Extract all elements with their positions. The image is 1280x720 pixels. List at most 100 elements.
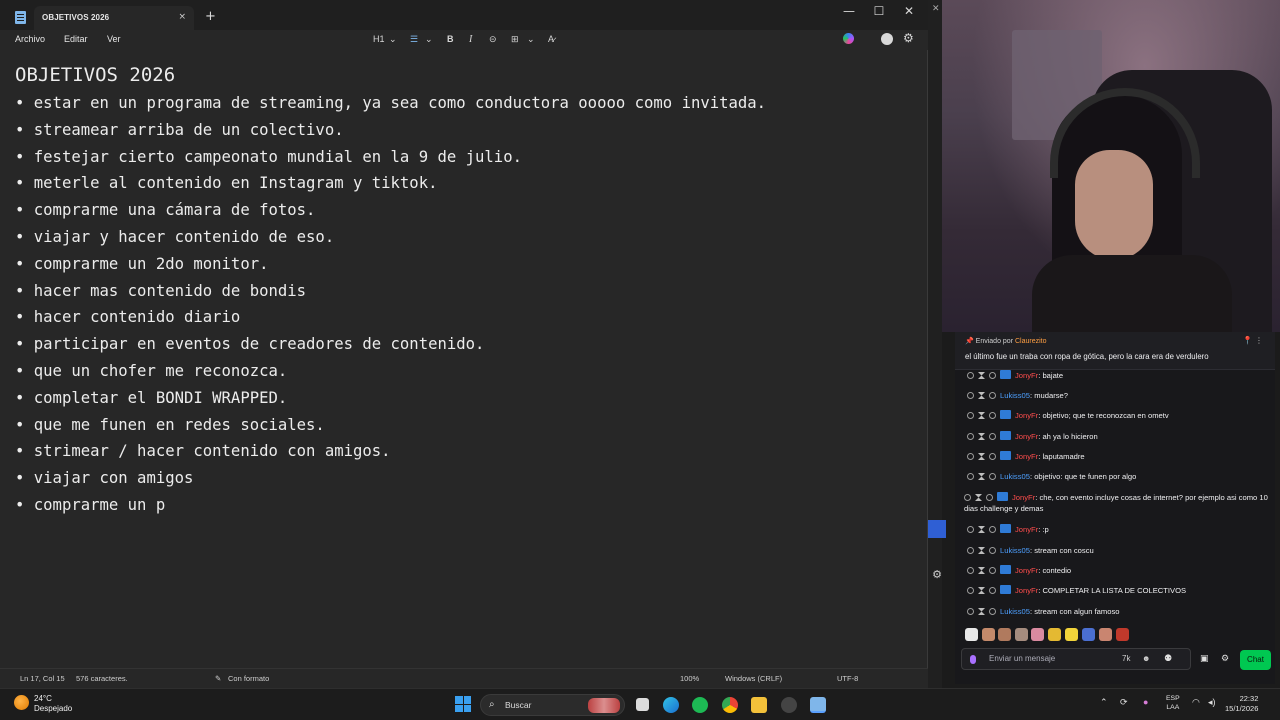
gift-icon[interactable]: ▣ xyxy=(1200,654,1209,664)
tab-title: OBJETIVOS 2026 xyxy=(42,13,110,22)
search-icon: ⌕ xyxy=(489,699,495,710)
task-view-icon[interactable] xyxy=(636,698,649,711)
clear-format-icon[interactable]: A̷ xyxy=(548,34,554,44)
italic-button[interactable]: I xyxy=(469,34,472,45)
obs-icon[interactable] xyxy=(781,697,797,713)
settings-gear-icon[interactable]: ⚙ xyxy=(903,31,914,45)
list-icon[interactable]: ☰ xyxy=(410,34,418,45)
list-item: • viajar y hacer contenido de eso. xyxy=(15,227,335,246)
link-icon[interactable]: ⊝ xyxy=(489,34,497,45)
list-item: • hacer mas contenido de bondis xyxy=(15,281,307,300)
list-item: • participar en eventos de creadores de … xyxy=(15,335,485,354)
mic-tray-icon[interactable]: ● xyxy=(1143,697,1148,707)
list-item: • que me funen en redes sociales. xyxy=(15,415,325,434)
pinned-text: el último fue un traba con ropa de gótic… xyxy=(965,352,1209,361)
bits-icon[interactable]: ⚉ xyxy=(1164,654,1172,664)
emote[interactable] xyxy=(982,628,995,641)
maximize-button[interactable]: ☐ xyxy=(864,4,894,18)
chevron-down-icon[interactable]: ⌄ xyxy=(527,34,535,45)
close-button[interactable]: ✕ xyxy=(894,4,924,18)
emote[interactable] xyxy=(998,628,1011,641)
side-panel-button[interactable] xyxy=(928,520,946,538)
settings-gear-icon[interactable]: ⚙ xyxy=(928,568,946,586)
chat-message: JonyFr: che, con evento incluye cosas de… xyxy=(964,492,1268,513)
emote[interactable] xyxy=(1116,628,1129,641)
chat-message: JonyFr: contedio xyxy=(967,565,1272,576)
emote[interactable] xyxy=(1048,628,1061,641)
emote[interactable] xyxy=(1065,628,1078,641)
chat-panel: 📌 Enviado por Claurezito el último fue u… xyxy=(955,332,1275,684)
weather-widget[interactable]: 24°C Despejado xyxy=(34,694,72,714)
chat-message: JonyFr: bajate xyxy=(967,370,1272,381)
menu-file[interactable]: Archivo xyxy=(15,34,45,44)
wifi-icon[interactable]: ◠ xyxy=(1192,697,1200,708)
edge-icon[interactable] xyxy=(663,697,679,713)
mic-icon[interactable] xyxy=(970,655,976,664)
pinned-header: 📌 Enviado por Claurezito xyxy=(965,338,1047,345)
list-item: • festejar cierto campeonato mundial en … xyxy=(15,147,522,166)
emote[interactable] xyxy=(965,628,978,641)
spotify-icon[interactable] xyxy=(692,697,708,713)
weather-sun-icon[interactable] xyxy=(14,695,29,710)
language-indicator[interactable]: ESP LAA xyxy=(1166,694,1180,712)
account-icon[interactable] xyxy=(881,33,893,45)
chat-message: JonyFr: laputamadre xyxy=(967,451,1272,462)
menu-edit[interactable]: Editar xyxy=(64,34,88,44)
minimize-button[interactable]: — xyxy=(834,4,864,18)
emote[interactable] xyxy=(1031,628,1044,641)
emote[interactable] xyxy=(1099,628,1112,641)
network-sync-icon[interactable]: ⟳ xyxy=(1120,697,1128,708)
volume-icon[interactable]: ◂) xyxy=(1208,697,1216,708)
pinned-message[interactable]: 📌 Enviado por Claurezito el último fue u… xyxy=(955,332,1275,370)
document-editor[interactable]: OBJETIVOS 2026 • estar en un programa de… xyxy=(15,62,920,519)
webcam-feed xyxy=(942,0,1280,332)
cursor-position: Ln 17, Col 15 xyxy=(20,674,65,683)
new-tab-button[interactable]: + xyxy=(205,9,216,24)
tab-close-icon[interactable]: × xyxy=(178,12,186,22)
emote[interactable] xyxy=(1082,628,1095,641)
pin-icon[interactable]: 📍 ⋮ xyxy=(1242,336,1263,345)
bold-button[interactable]: B xyxy=(447,34,454,44)
table-icon[interactable]: ⊞ xyxy=(511,34,519,45)
chat-message: Lukiss05: objetivo: que te funen por alg… xyxy=(967,471,1272,482)
chat-message: JonyFr: ah ya lo hicieron xyxy=(967,431,1272,442)
chat-message: JonyFr: COMPLETAR LA LISTA DE COLECTIVOS xyxy=(967,585,1272,596)
list-item: • estar en un programa de streaming, ya … xyxy=(15,94,767,112)
chevron-down-icon[interactable]: ⌄ xyxy=(389,34,397,45)
tray-overflow-icon[interactable]: ⌃ xyxy=(1100,697,1108,708)
chat-message: Lukiss05: stream con coscu xyxy=(967,545,1272,556)
search-label: Buscar xyxy=(505,700,532,710)
document-title: OBJETIVOS 2026 xyxy=(15,64,176,86)
title-bar: OBJETIVOS 2026 × + — ☐ ✕ xyxy=(0,0,928,34)
search-highlight-image xyxy=(588,698,620,713)
taskbar-search[interactable]: ⌕ Buscar xyxy=(480,694,625,716)
chrome-icon[interactable] xyxy=(722,697,738,713)
taskbar-clock[interactable]: 22:32 15/1/2026 xyxy=(1225,694,1258,714)
chat-message: Lukiss05: stream con algun famoso xyxy=(967,606,1272,617)
notepad-app-icon xyxy=(15,11,26,24)
list-item: • viajar con amigos xyxy=(15,469,194,488)
chat-messages: JonyFr: bajate Lukiss05: mudarse? JonyFr… xyxy=(955,370,1275,620)
chat-send-button[interactable]: Chat xyxy=(1240,650,1271,670)
emote[interactable] xyxy=(1015,628,1028,641)
emoji-icon[interactable]: ☻ xyxy=(1142,654,1150,663)
file-explorer-icon[interactable] xyxy=(751,697,767,713)
menu-view[interactable]: Ver xyxy=(107,34,121,44)
chevron-down-icon[interactable]: ⌄ xyxy=(425,34,433,45)
chat-settings-gear-icon[interactable]: ⚙ xyxy=(1221,654,1229,664)
list-item: • que un chofer me reconozca. xyxy=(15,361,288,380)
heading-dropdown[interactable]: H1 xyxy=(373,34,385,44)
status-bar: Ln 17, Col 15 576 caracteres. ✎ Con form… xyxy=(0,668,928,688)
encoding: UTF-8 xyxy=(837,674,859,683)
copilot-icon[interactable] xyxy=(843,33,854,44)
points-counter[interactable]: 7k xyxy=(1122,654,1130,663)
notepad-window: OBJETIVOS 2026 × + — ☐ ✕ Archivo Editar … xyxy=(0,0,928,688)
zoom-level[interactable]: 100% xyxy=(680,674,699,683)
format-mode[interactable]: Con formato xyxy=(228,674,269,683)
chat-input[interactable]: Enviar un mensaje 7k ☻ xyxy=(961,648,1191,670)
list-item: • meterle al contenido en Instagram y ti… xyxy=(15,174,438,193)
start-button[interactable] xyxy=(455,696,471,712)
list-item: • comprarme un p xyxy=(15,495,166,514)
list-item: • hacer contenido diario xyxy=(15,308,241,327)
notepad-taskbar-icon[interactable] xyxy=(810,697,826,713)
